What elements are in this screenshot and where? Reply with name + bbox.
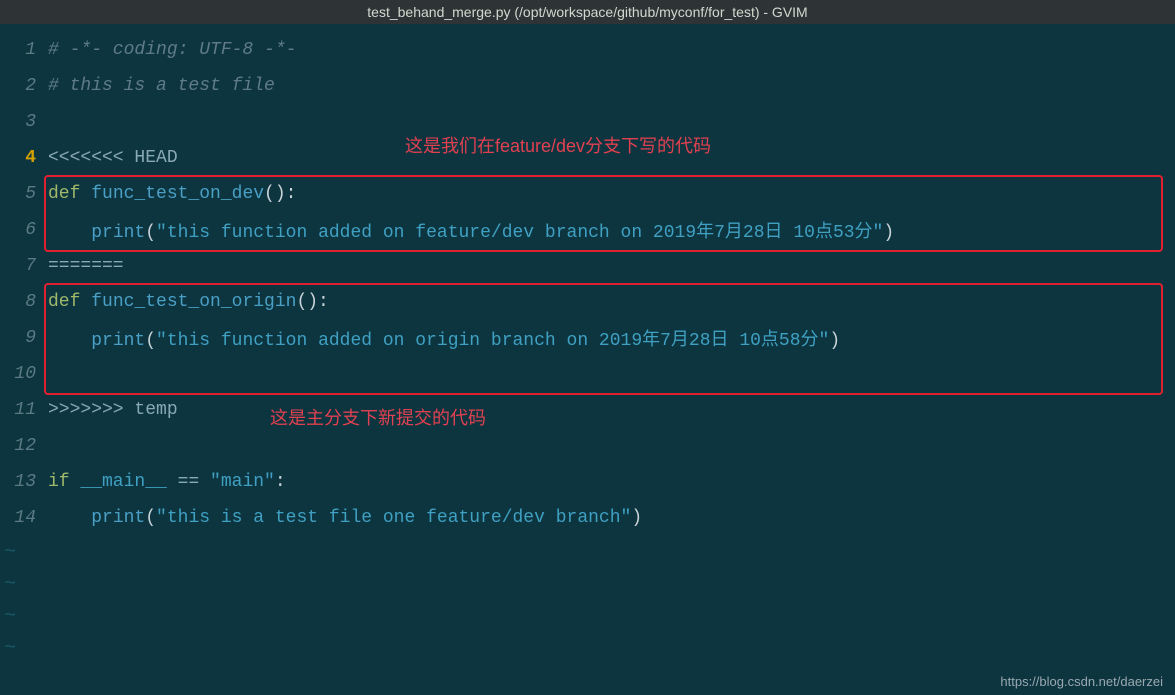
- code-line: 5def func_test_on_dev():: [0, 176, 1175, 212]
- code-line: 10: [0, 356, 1175, 392]
- code-line: 4<<<<<<< HEAD: [0, 140, 1175, 176]
- line-number: 2: [0, 76, 42, 96]
- code-content[interactable]: if __main__ == "main":: [42, 472, 286, 492]
- watermark: https://blog.csdn.net/daerzei: [1000, 674, 1163, 689]
- code-line: 3: [0, 104, 1175, 140]
- line-number: 1: [0, 40, 42, 60]
- code-content[interactable]: print("this is a test file one feature/d…: [42, 508, 642, 528]
- code-line: 2# this is a test file: [0, 68, 1175, 104]
- code-line: 11>>>>>>> temp: [0, 392, 1175, 428]
- line-number: 7: [0, 256, 42, 276]
- code-content[interactable]: >>>>>>> temp: [42, 400, 178, 420]
- line-number: 3: [0, 112, 42, 132]
- code-line: 13if __main__ == "main":: [0, 464, 1175, 500]
- code-content[interactable]: # this is a test file: [42, 76, 275, 96]
- empty-line-tilde: ~: [0, 536, 1175, 568]
- empty-line-tilde: ~: [0, 632, 1175, 664]
- code-content[interactable]: print("this function added on feature/de…: [42, 217, 894, 243]
- line-number: 5: [0, 184, 42, 204]
- code-content[interactable]: <<<<<<< HEAD: [42, 148, 178, 168]
- code-line: 7=======: [0, 248, 1175, 284]
- code-content[interactable]: def func_test_on_dev():: [42, 184, 296, 204]
- code-line: 14 print("this is a test file one featur…: [0, 500, 1175, 536]
- code-content[interactable]: def func_test_on_origin():: [42, 292, 329, 312]
- code-line: 12: [0, 428, 1175, 464]
- line-number: 8: [0, 292, 42, 312]
- line-number: 11: [0, 400, 42, 420]
- code-line: 8def func_test_on_origin():: [0, 284, 1175, 320]
- code-content[interactable]: print("this function added on origin bra…: [42, 325, 840, 351]
- line-number-current: 4: [0, 148, 42, 168]
- code-line: 6 print("this function added on feature/…: [0, 212, 1175, 248]
- line-number: 9: [0, 328, 42, 348]
- code-line: 9 print("this function added on origin b…: [0, 320, 1175, 356]
- line-number: 6: [0, 220, 42, 240]
- code-content[interactable]: =======: [42, 256, 124, 276]
- code-content[interactable]: # -*- coding: UTF-8 -*-: [42, 40, 296, 60]
- code-editor[interactable]: 1# -*- coding: UTF-8 -*- 2# this is a te…: [0, 24, 1175, 664]
- line-number: 14: [0, 508, 42, 528]
- code-line: 1# -*- coding: UTF-8 -*-: [0, 32, 1175, 68]
- line-number: 12: [0, 436, 42, 456]
- window-title: test_behand_merge.py (/opt/workspace/git…: [0, 0, 1175, 24]
- empty-line-tilde: ~: [0, 568, 1175, 600]
- empty-line-tilde: ~: [0, 600, 1175, 632]
- line-number: 13: [0, 472, 42, 492]
- line-number: 10: [0, 364, 42, 384]
